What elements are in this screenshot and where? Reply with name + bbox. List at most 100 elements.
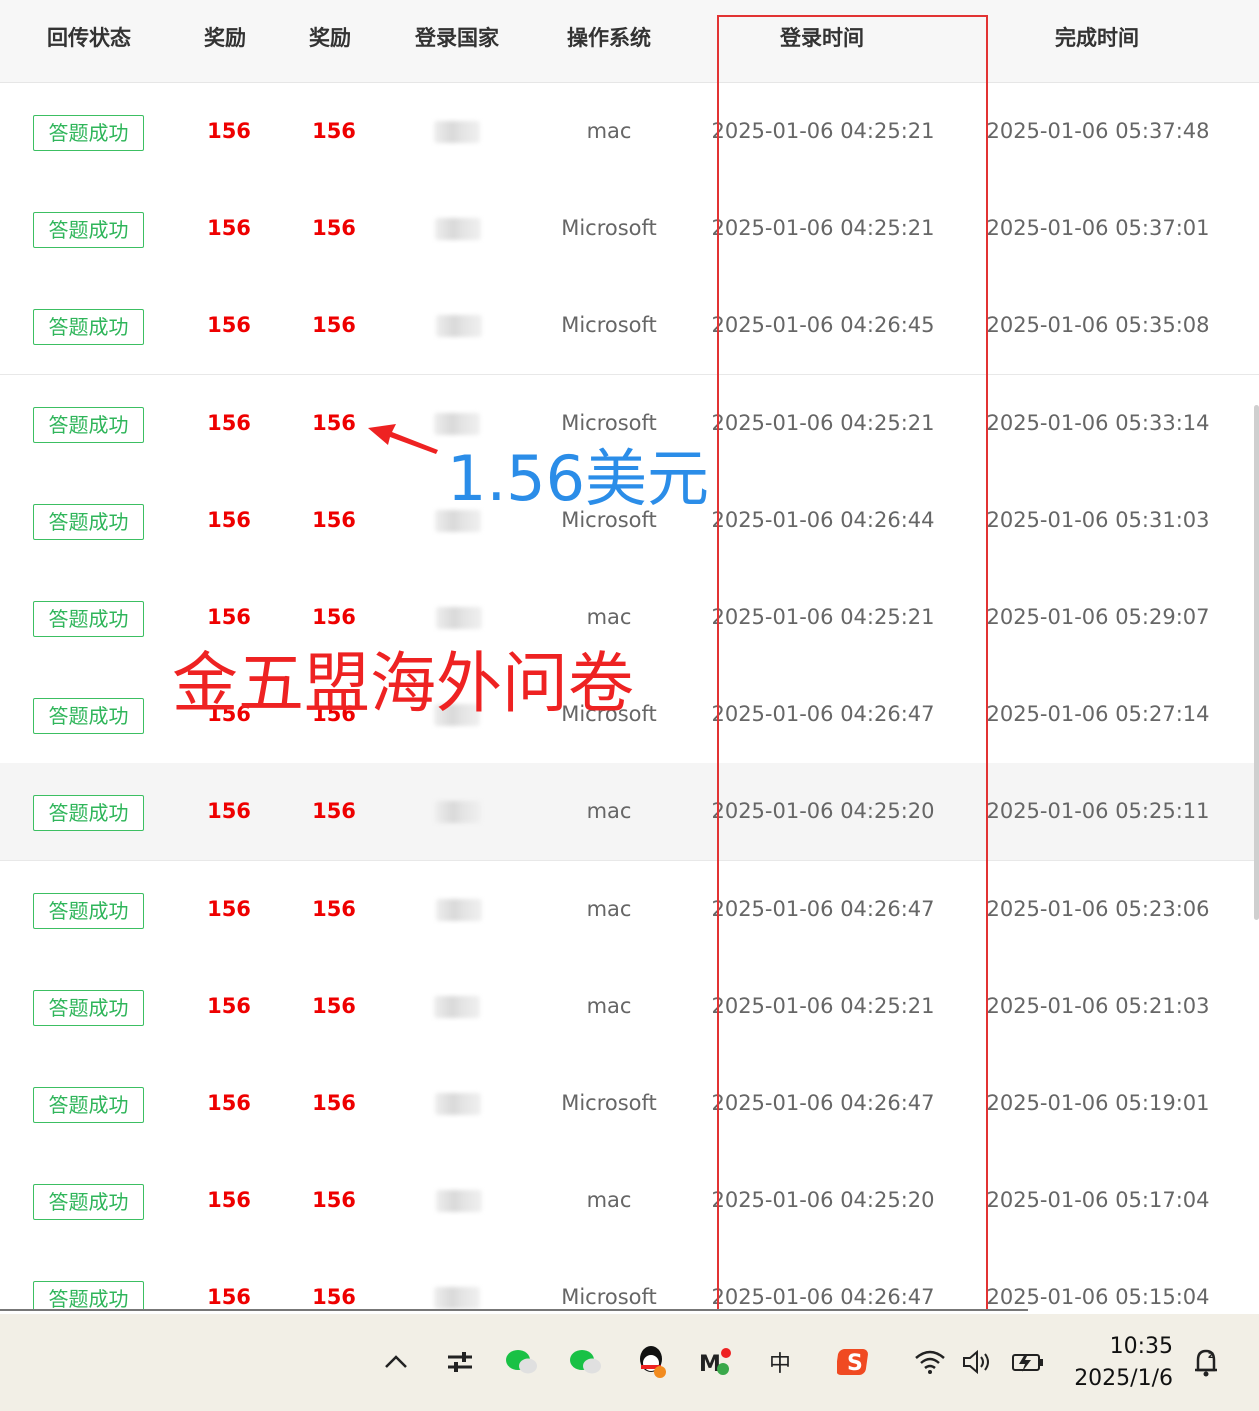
clock-time[interactable]: 10:35 — [1073, 1334, 1173, 1359]
reward-value: 156 — [312, 1188, 356, 1212]
column-header[interactable]: 回传状态 — [47, 22, 131, 52]
finish-time: 2025-01-06 05:33:14 — [986, 411, 1210, 435]
finish-time: 2025-01-06 05:31:03 — [986, 508, 1210, 532]
table-row[interactable]: 答题成功 156 156 Microsoft 2025-01-06 04:26:45 20… — [0, 277, 1259, 375]
reward-value: 156 — [207, 1091, 251, 1115]
login-time: 2025-01-06 04:26:45 — [711, 313, 935, 337]
column-header[interactable]: 登录国家 — [415, 22, 499, 52]
battery-icon[interactable] — [1010, 1344, 1046, 1380]
chevron-up-icon[interactable] — [378, 1344, 414, 1380]
table-row[interactable]: 答题成功 156 156 mac 2025-01-06 04:25:21 2025-01-… — [0, 83, 1259, 181]
reward-value: 156 — [312, 119, 356, 143]
login-time: 2025-01-06 04:26:47 — [711, 1091, 935, 1115]
status-badge: 答题成功 — [33, 893, 144, 929]
reward-value: 156 — [207, 313, 251, 337]
column-header[interactable]: 奖励 — [309, 22, 351, 52]
vertical-scrollbar[interactable] — [1254, 405, 1259, 920]
status-badge: 答题成功 — [33, 407, 144, 443]
reward-value: 156 — [312, 216, 356, 240]
reward-value: 156 — [207, 216, 251, 240]
redacted-country — [435, 801, 481, 823]
ime-zhong-icon[interactable]: 中 — [762, 1344, 798, 1380]
reward-value: 156 — [207, 897, 251, 921]
reward-value: 156 — [312, 1091, 356, 1115]
login-time: 2025-01-06 04:26:44 — [711, 508, 935, 532]
annotation-usd: 1.56美元 — [447, 442, 710, 515]
finish-time: 2025-01-06 05:37:01 — [986, 216, 1210, 240]
status-badge: 答题成功 — [33, 115, 144, 151]
clock-date[interactable]: 2025/1/6 — [1063, 1366, 1173, 1391]
reward-value: 156 — [207, 119, 251, 143]
login-time: 2025-01-06 04:25:20 — [711, 1188, 935, 1212]
reward-value: 156 — [312, 508, 356, 532]
status-badge: 答题成功 — [33, 601, 144, 637]
wifi-icon[interactable] — [912, 1344, 948, 1380]
horizontal-scrollbar[interactable] — [0, 1309, 1028, 1311]
login-time: 2025-01-06 04:25:21 — [711, 605, 935, 629]
os-value: Microsoft — [561, 313, 657, 337]
svg-text:S: S — [847, 1351, 863, 1376]
redacted-country — [436, 1190, 482, 1212]
reward-value: 156 — [312, 313, 356, 337]
mail-icon[interactable]: M — [698, 1344, 734, 1380]
reward-value: 156 — [312, 897, 356, 921]
os-value: Microsoft — [561, 1091, 657, 1115]
redacted-country — [436, 315, 482, 337]
login-time: 2025-01-06 04:25:21 — [711, 119, 935, 143]
finish-time: 2025-01-06 05:17:04 — [986, 1188, 1210, 1212]
reward-value: 156 — [312, 994, 356, 1018]
table-row[interactable]: 答题成功 156 156 mac 2025-01-06 04:25:21 2025-01-… — [0, 958, 1259, 1056]
login-time: 2025-01-06 04:25:21 — [711, 216, 935, 240]
qq-icon[interactable] — [634, 1344, 670, 1380]
table-row[interactable]: 答题成功 156 156 mac 2025-01-06 04:25:20 2025-01-… — [0, 763, 1259, 861]
arrow-annotation — [368, 424, 438, 454]
finish-time: 2025-01-06 05:27:14 — [986, 702, 1210, 726]
finish-time: 2025-01-06 05:15:04 — [986, 1285, 1210, 1309]
reward-value: 156 — [207, 411, 251, 435]
login-time: 2025-01-06 04:26:47 — [711, 1285, 935, 1309]
login-time: 2025-01-06 04:26:47 — [711, 897, 935, 921]
status-badge: 答题成功 — [33, 1281, 144, 1311]
column-header[interactable]: 完成时间 — [1055, 22, 1139, 52]
status-badge: 答题成功 — [33, 309, 144, 345]
wechat-icon[interactable] — [504, 1344, 540, 1380]
sogou-icon[interactable]: S — [836, 1344, 872, 1380]
status-badge: 答题成功 — [33, 212, 144, 248]
data-table: 回传状态 奖励 奖励 登录国家 操作系统 登录时间 完成时间 答题成功 156 156 mac 20… — [0, 0, 1259, 1311]
settings-sliders-icon[interactable] — [442, 1344, 478, 1380]
table-row[interactable]: 答题成功 156 156 Microsoft 2025-01-06 04:26:47 20… — [0, 1055, 1259, 1153]
os-value: mac — [586, 119, 632, 143]
annotation-title: 金五盟海外问卷 — [172, 645, 634, 722]
reward-value: 156 — [207, 799, 251, 823]
status-badge: 答题成功 — [33, 990, 144, 1026]
volume-icon[interactable] — [960, 1344, 996, 1380]
finish-time: 2025-01-06 05:19:01 — [986, 1091, 1210, 1115]
table-row[interactable]: 答题成功 156 156 Microsoft 2025-01-06 04:25:21 20… — [0, 180, 1259, 278]
reward-value: 156 — [312, 1285, 356, 1309]
notification-icon[interactable]: z — [1188, 1344, 1224, 1380]
table-header: 回传状态 奖励 奖励 登录国家 操作系统 登录时间 完成时间 — [0, 0, 1259, 83]
reward-value: 156 — [312, 411, 356, 435]
column-header[interactable]: 奖励 — [204, 22, 246, 52]
finish-time: 2025-01-06 05:23:06 — [986, 897, 1210, 921]
wechat-icon[interactable] — [568, 1344, 604, 1380]
column-header[interactable]: 登录时间 — [780, 22, 864, 52]
os-value: Microsoft — [561, 216, 657, 240]
status-badge: 答题成功 — [33, 1184, 144, 1220]
reward-value: 156 — [207, 1188, 251, 1212]
reward-value: 156 — [207, 994, 251, 1018]
table-row[interactable]: 答题成功 156 156 mac 2025-01-06 04:26:47 2025-01-… — [0, 861, 1259, 959]
redacted-country — [434, 1287, 480, 1309]
column-header[interactable]: 操作系统 — [567, 22, 651, 52]
reward-value: 156 — [207, 508, 251, 532]
os-value: Microsoft — [561, 1285, 657, 1309]
redacted-country — [434, 121, 480, 143]
os-value: mac — [586, 897, 632, 921]
status-badge: 答题成功 — [33, 795, 144, 831]
svg-text:z: z — [1208, 1350, 1214, 1361]
os-value: mac — [586, 994, 632, 1018]
reward-value: 156 — [207, 1285, 251, 1309]
table-row[interactable]: 答题成功 156 156 Microsoft 2025-01-06 04:26:47 20… — [0, 1249, 1259, 1311]
table-row[interactable]: 答题成功 156 156 mac 2025-01-06 04:25:20 2025-01-… — [0, 1152, 1259, 1250]
svg-text:M: M — [699, 1352, 721, 1377]
